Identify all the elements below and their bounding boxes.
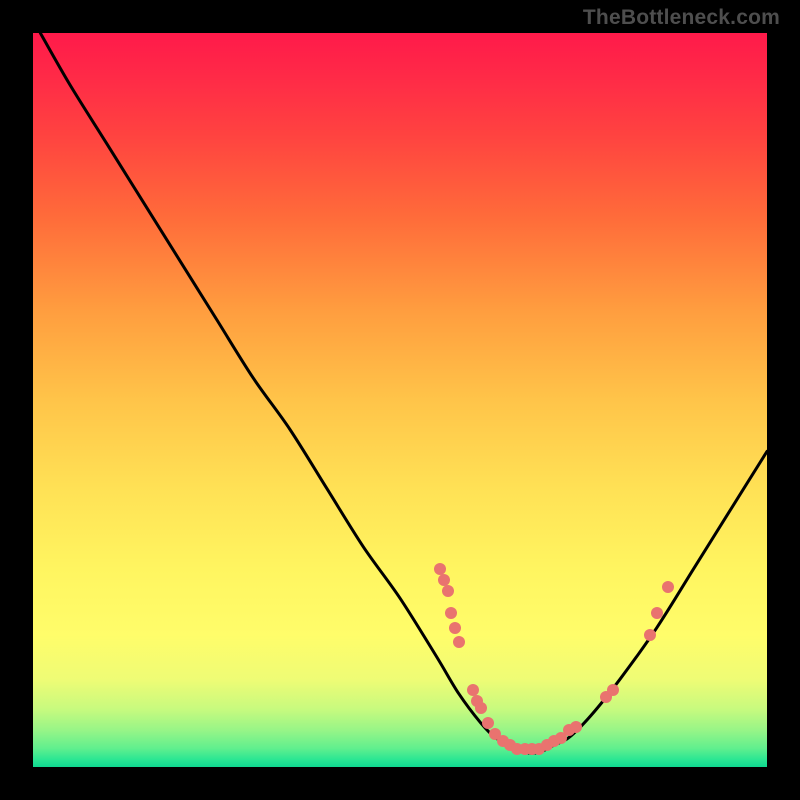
chart-frame: TheBottleneck.com [0,0,800,800]
watermark-text: TheBottleneck.com [583,6,780,30]
plot-area [33,33,767,767]
gradient-background [33,33,767,767]
